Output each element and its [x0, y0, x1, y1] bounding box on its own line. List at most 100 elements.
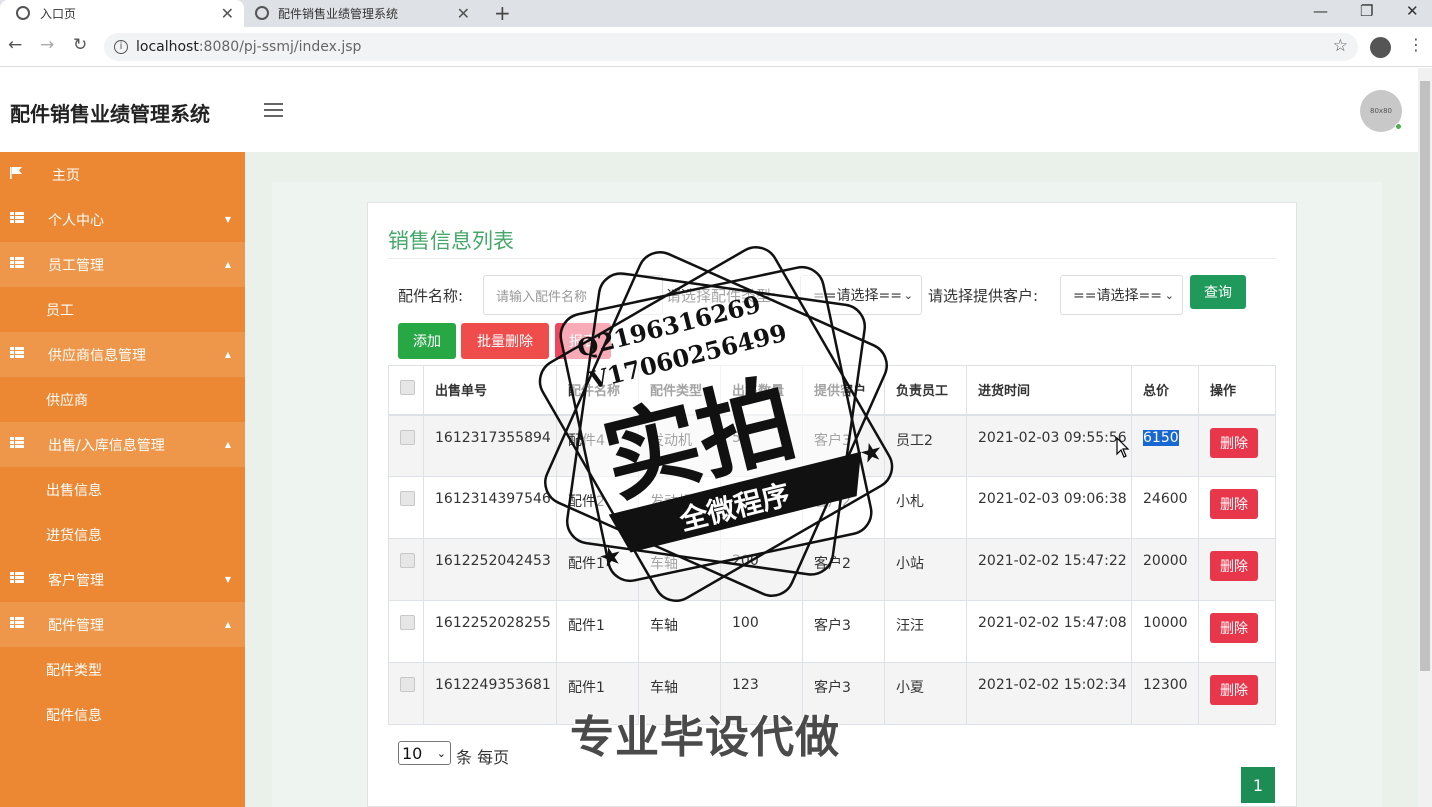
globe-icon [255, 6, 269, 20]
chevron-down-icon: ▼ [224, 215, 231, 224]
column-header[interactable]: 负责员工 [884, 365, 967, 416]
row-checkbox[interactable] [400, 491, 415, 506]
address-bar[interactable]: i localhost:8080/pj-ssmj/index.jsp ☆ [104, 33, 1358, 61]
customer-cell: 客户2 [802, 476, 885, 539]
action-cell: 删除 [1198, 538, 1276, 601]
app-header: 配件销售业绩管理系统 80x80 [0, 68, 1418, 152]
row-checkbox[interactable] [400, 615, 415, 630]
close-tab-icon[interactable]: ✕ [221, 4, 234, 23]
employee-cell: 小站 [884, 538, 967, 601]
reload-icon[interactable]: ↻ [73, 35, 87, 55]
sidebar-item-purchase-info[interactable]: 进货信息 [0, 512, 245, 557]
close-tab-icon[interactable]: ✕ [457, 4, 470, 23]
part-type-cell: 发动机 [638, 476, 721, 539]
sidebar-item-sales-stock-management[interactable]: 出售/入库信息管理 ▲ [0, 422, 245, 467]
sidebar-item-personal-center[interactable]: 个人中心 ▼ [0, 197, 245, 242]
sidebar-item-label: 客户管理 [48, 572, 104, 589]
mouse-cursor-icon [1116, 437, 1130, 458]
delete-button[interactable]: 删除 [1210, 427, 1258, 458]
sidebar-item-label: 配件类型 [46, 662, 102, 679]
part-type-cell: 车轴 [638, 538, 721, 601]
sidebar-item-parts-management[interactable]: 配件管理 ▲ [0, 602, 245, 647]
column-header[interactable]: 出售数量 [720, 365, 803, 416]
customer-select[interactable]: ==请选择== ⌄ [1060, 275, 1183, 315]
browser-tab-system[interactable]: 配件销售业绩管理系统 ✕ [248, 0, 480, 27]
sidebar-item-customer-management[interactable]: 客户管理 ▼ [0, 557, 245, 602]
browser-toolbar: ← → ↻ i localhost:8080/pj-ssmj/index.jsp… [0, 27, 1432, 67]
column-header[interactable]: 配件名称 [556, 365, 639, 416]
column-header[interactable]: 出售单号 [423, 365, 557, 416]
forward-icon[interactable]: → [40, 35, 54, 55]
chevron-up-icon: ▲ [224, 260, 231, 269]
minimize-icon[interactable]: — [1313, 2, 1328, 20]
select-all-checkbox[interactable] [400, 380, 415, 396]
part-name-label: 配件名称: [398, 287, 464, 305]
sidebar-item-sales-info[interactable]: 出售信息 [0, 467, 245, 512]
select-all-cell [388, 365, 424, 416]
part-name-cell: 配件1 [556, 600, 639, 663]
total-cell: 12300 [1131, 662, 1199, 725]
part-type-select[interactable]: ==请选择== ⌄ [800, 275, 922, 315]
new-tab-icon[interactable]: + [494, 1, 511, 25]
browser-menu-icon[interactable]: ⋮ [1408, 35, 1424, 54]
delete-button[interactable]: 删除 [1210, 551, 1258, 581]
add-button[interactable]: 添加 [398, 323, 456, 359]
sidebar-item-parts-info[interactable]: 配件信息 [0, 692, 245, 737]
sidebar-item-label: 出售/入库信息管理 [48, 437, 165, 454]
time-cell: 2021-02-02 15:47:22 [966, 538, 1132, 601]
chevron-down-icon: ⌄ [1164, 288, 1174, 302]
customer-select-value: ==请选择== [1073, 288, 1162, 304]
sidebar-item-supplier-management[interactable]: 供应商信息管理 ▲ [0, 332, 245, 377]
delete-button[interactable]: 删除 [1210, 489, 1258, 519]
report-button[interactable]: 报表 [555, 323, 611, 359]
sales-table: 出售单号 配件名称 配件类型 出售数量 提供客户 负责员工 进货时间 总价 操作… [388, 365, 1276, 725]
chevron-up-icon: ▲ [224, 620, 231, 629]
sidebar-item-employee-management[interactable]: 员工管理 ▲ [0, 242, 245, 287]
row-checkbox[interactable] [400, 677, 415, 692]
back-icon[interactable]: ← [8, 35, 22, 55]
column-header[interactable]: 提供客户 [802, 365, 885, 416]
info-icon[interactable]: i [114, 40, 128, 54]
part-name-input[interactable]: 请输入配件名称 [483, 275, 663, 315]
sidebar-item-home[interactable]: 主页 [0, 152, 245, 197]
action-cell: 删除 [1198, 600, 1276, 663]
row-checkbox[interactable] [400, 429, 415, 445]
order-number-cell: 1612252028255 [423, 600, 557, 663]
app-title: 配件销售业绩管理系统 [10, 102, 210, 126]
sidebar-item-employee[interactable]: 员工 [0, 287, 245, 332]
chevron-up-icon: ▲ [224, 350, 231, 359]
sidebar-item-supplier[interactable]: 供应商 [0, 377, 245, 422]
delete-button[interactable]: 删除 [1210, 613, 1258, 643]
browser-tab-entry[interactable]: 入口页 ✕ [0, 0, 244, 27]
column-header[interactable]: 配件类型 [638, 365, 721, 416]
sidebar-item-label: 进货信息 [46, 527, 102, 544]
sidebar: 主页 个人中心 ▼ 员工管理 ▲ 员工 供应商信息管理 ▲ 供应商 出售/入库信… [0, 152, 245, 807]
column-header[interactable]: 进货时间 [966, 365, 1132, 416]
profile-icon[interactable] [1370, 37, 1391, 58]
customer-label: 请选择提供客户: [928, 287, 1039, 305]
sidebar-item-parts-type[interactable]: 配件类型 [0, 647, 245, 692]
scrollbar-thumb[interactable] [1420, 81, 1430, 671]
page-title: 销售信息列表 [388, 229, 514, 253]
window-close-icon[interactable]: ✕ [1406, 2, 1419, 20]
divider [388, 258, 1276, 259]
bookmark-star-icon[interactable]: ☆ [1333, 36, 1348, 56]
row-checkbox[interactable] [400, 553, 415, 568]
batch-delete-button[interactable]: 批量删除 [461, 323, 549, 359]
restore-icon[interactable]: ❐ [1360, 2, 1373, 20]
part-name-cell: 配件4 [556, 414, 639, 477]
grid-icon [10, 257, 24, 269]
pagination-page-1[interactable]: 1 [1241, 767, 1275, 803]
delete-button[interactable]: 删除 [1210, 675, 1258, 705]
page-scrollbar[interactable] [1418, 68, 1432, 807]
table-row: 1612252028255 配件1 车轴 100 客户3 汪汪 2021-02-… [388, 600, 1276, 663]
grid-icon [10, 617, 24, 629]
column-header[interactable]: 总价 [1131, 365, 1199, 416]
query-button[interactable]: 查询 [1190, 275, 1246, 309]
chevron-down-icon: ⌄ [436, 746, 446, 760]
hamburger-icon[interactable] [264, 103, 283, 117]
total-cell: 24600 [1131, 476, 1199, 539]
time-cell: 2021-02-03 09:55:56 [966, 414, 1132, 477]
chevron-down-icon: ⌄ [903, 288, 913, 302]
page-size-select[interactable]: 10 ⌄ [398, 741, 451, 765]
